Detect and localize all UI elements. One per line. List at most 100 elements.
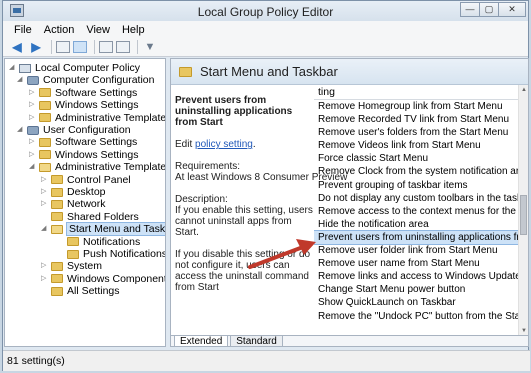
- scrollbar-thumb[interactable]: [520, 195, 527, 235]
- tree-item[interactable]: ◢ Computer Configuration: [17, 74, 154, 86]
- tree-item[interactable]: ▷ Control Panel: [41, 174, 131, 186]
- folder-icon: [51, 212, 63, 222]
- tree-item[interactable]: ◢ Administrative Templates: [29, 161, 166, 174]
- tree-item[interactable]: All Settings: [41, 285, 120, 297]
- properties-icon[interactable]: [116, 41, 130, 53]
- toolbar-separator: [137, 40, 138, 54]
- forward-arrow-icon[interactable]: ▶: [28, 40, 44, 54]
- collapsed-arrow-icon[interactable]: ▷: [29, 136, 37, 148]
- setting-list-item[interactable]: Remove access to the context menus for t…: [314, 205, 518, 218]
- setting-list-item[interactable]: Prevent users from uninstalling applicat…: [314, 229, 518, 246]
- tree-item[interactable]: ◢ Start Menu and Taskbar: [41, 222, 165, 237]
- export-icon[interactable]: [99, 41, 113, 53]
- tree-item-label: Software Settings: [55, 86, 138, 99]
- setting-list-item[interactable]: Remove user name from Start Menu: [314, 257, 518, 270]
- folder-icon: [67, 249, 79, 259]
- tree-item-label: Desktop: [67, 186, 106, 198]
- tree-item[interactable]: ▷ Desktop: [41, 186, 106, 198]
- collapsed-arrow-icon[interactable]: ▷: [41, 273, 49, 285]
- setting-list-item[interactable]: Remove Homegroup link from Start Menu: [314, 100, 518, 113]
- collapsed-arrow-icon[interactable]: ▷: [41, 198, 49, 210]
- setting-list-item[interactable]: Prevent grouping of taskbar items: [314, 179, 518, 192]
- tree-item-label: Windows Components: [67, 272, 166, 285]
- edit-suffix: .: [252, 139, 256, 150]
- minimize-button[interactable]: —: [460, 2, 480, 17]
- collapsed-arrow-icon[interactable]: ▷: [29, 112, 37, 124]
- setting-list-item[interactable]: Show QuickLaunch on Taskbar: [314, 296, 518, 309]
- setting-list-item[interactable]: Hide the notification area: [314, 218, 518, 231]
- tree-item[interactable]: Shared Folders: [41, 211, 139, 223]
- filter-icon[interactable]: ▼: [142, 40, 158, 54]
- collapsed-arrow-icon[interactable]: ▷: [29, 99, 37, 111]
- tree-item[interactable]: ▷ Software Settings: [29, 87, 137, 99]
- setting-list-item[interactable]: Change Start Menu power button: [314, 283, 518, 296]
- menu-bar: File Action View Help: [3, 21, 528, 38]
- requirements-value: At least Windows 8 Consumer Preview: [175, 172, 348, 183]
- setting-list-item[interactable]: Remove links and access to Windows Updat…: [314, 270, 518, 283]
- menu-action[interactable]: Action: [38, 24, 81, 36]
- tree-item[interactable]: ▷ Administrative Templates: [29, 112, 165, 124]
- collapsed-arrow-icon[interactable]: ▷: [41, 174, 49, 186]
- setting-column-header[interactable]: ting: [314, 85, 518, 100]
- folder-icon: [51, 187, 63, 197]
- tree-item-label: Network: [67, 198, 106, 211]
- console-tree-icon[interactable]: [73, 41, 87, 53]
- tree-item[interactable]: ▷ Windows Settings: [29, 99, 138, 111]
- back-arrow-icon[interactable]: ◀: [9, 40, 25, 54]
- collapsed-arrow-icon[interactable]: ▷: [29, 87, 37, 99]
- setting-list-item[interactable]: Remove Recorded TV link from Start Menu: [314, 113, 518, 126]
- expanded-arrow-icon[interactable]: ◢: [9, 62, 17, 74]
- description-text-2: If you disable this setting or do not co…: [175, 249, 311, 293]
- tree-item[interactable]: ◢ Local Computer Policy: [9, 62, 140, 74]
- scroll-down-icon[interactable]: ▼: [520, 327, 528, 335]
- menu-file[interactable]: File: [8, 24, 38, 36]
- expanded-arrow-icon[interactable]: ◢: [17, 124, 25, 136]
- tree-item[interactable]: ▷ Network: [41, 198, 106, 210]
- folder-icon: [39, 137, 51, 147]
- folder-icon: [67, 237, 79, 247]
- toolbar-separator: [94, 40, 95, 54]
- menu-view[interactable]: View: [80, 24, 116, 36]
- vertical-scrollbar[interactable]: ▲ ▼: [518, 85, 528, 336]
- folder-icon: [51, 286, 63, 296]
- setting-list-item[interactable]: Force classic Start Menu: [314, 152, 518, 165]
- tab-extended[interactable]: Extended: [174, 336, 229, 346]
- expanded-arrow-icon[interactable]: ◢: [17, 74, 25, 86]
- edit-prefix: Edit: [175, 139, 196, 150]
- show-hide-tree-icon[interactable]: [56, 41, 70, 53]
- setting-list-item[interactable]: Remove the "Undock PC" button from the S…: [314, 310, 518, 323]
- setting-list-item[interactable]: Remove Clock from the system notificatio…: [314, 165, 518, 178]
- collapsed-arrow-icon[interactable]: ▷: [29, 149, 37, 161]
- tab-standard[interactable]: Standard: [230, 336, 283, 346]
- tree-item[interactable]: ◢ User Configuration: [17, 124, 131, 136]
- setting-list-item[interactable]: Remove user's folders from the Start Men…: [314, 126, 518, 139]
- collapsed-arrow-icon[interactable]: ▷: [41, 260, 49, 272]
- expanded-arrow-icon[interactable]: ◢: [29, 161, 37, 173]
- detail-header-title: Start Menu and Taskbar: [200, 64, 338, 79]
- tree-item[interactable]: Notifications: [57, 236, 140, 248]
- requirements-label: Requirements:: [175, 161, 241, 172]
- tree-item-label: Control Panel: [67, 173, 131, 186]
- setting-list-item[interactable]: Remove user folder link from Start Menu: [314, 244, 518, 257]
- gpedit-window: Local Group Policy Editor — ▢ ✕ File Act…: [2, 0, 530, 371]
- scroll-up-icon[interactable]: ▲: [520, 86, 528, 94]
- setting-list-item[interactable]: Remove Videos link from Start Menu: [314, 139, 518, 152]
- description-label: Description:: [175, 194, 228, 205]
- view-tabs: Extended Standard: [171, 335, 528, 346]
- tree-item[interactable]: ▷ Windows Components: [41, 272, 166, 285]
- tree-item[interactable]: Push Notifications: [57, 248, 165, 260]
- expanded-arrow-icon[interactable]: ◢: [41, 223, 49, 235]
- tree-item-label: Shared Folders: [67, 210, 139, 223]
- tree-item[interactable]: ▷ Windows Settings: [29, 149, 138, 161]
- collapsed-arrow-icon[interactable]: ▷: [41, 186, 49, 198]
- maximize-button[interactable]: ▢: [479, 2, 499, 17]
- tree-item[interactable]: ▷ Software Settings: [29, 136, 137, 148]
- close-button[interactable]: ✕: [498, 2, 526, 17]
- tree-item[interactable]: ▷ System: [41, 260, 102, 272]
- edit-policy-link[interactable]: policy setting: [195, 139, 253, 150]
- settings-list: ting Remove Homegroup link from Start Me…: [314, 85, 518, 336]
- tree-item-label: Local Computer Policy: [35, 62, 141, 74]
- menu-help[interactable]: Help: [116, 24, 151, 36]
- setting-list-item[interactable]: Do not display any custom toolbars in th…: [314, 192, 518, 205]
- tree-item-label: Administrative Templates: [55, 161, 166, 174]
